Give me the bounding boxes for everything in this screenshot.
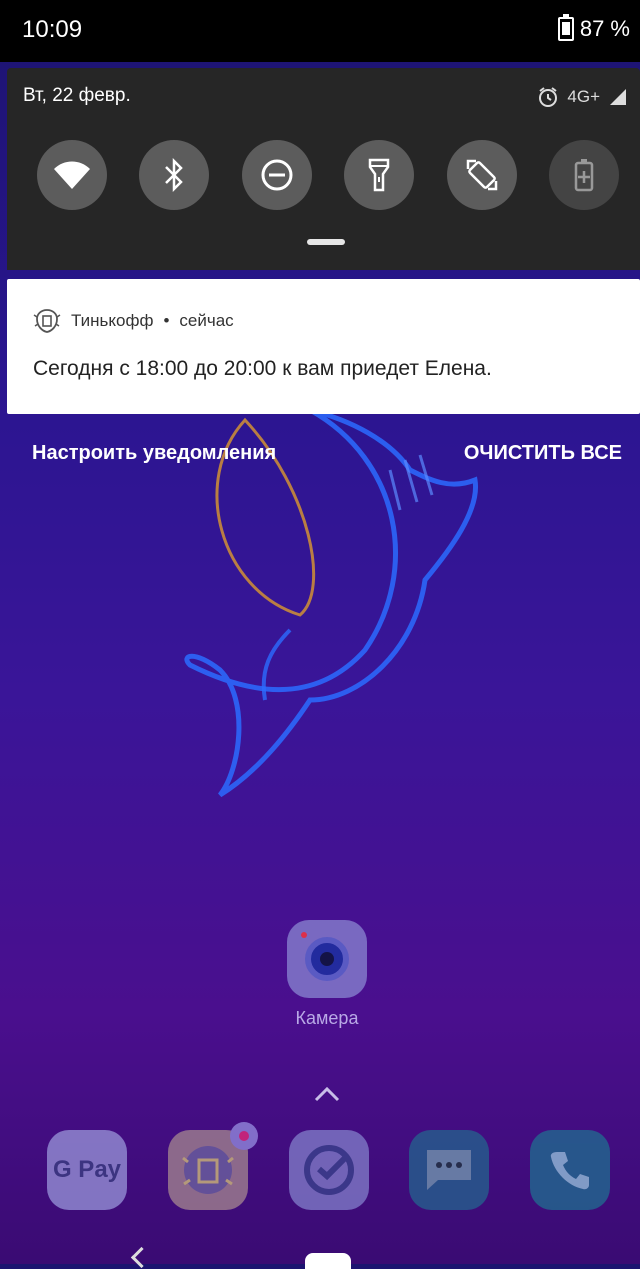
google-pay-label: G Pay xyxy=(52,1156,122,1183)
tile-auto-rotate[interactable] xyxy=(446,140,517,210)
phone-icon xyxy=(550,1152,589,1190)
qs-expand-handle[interactable] xyxy=(307,239,345,245)
messages-app[interactable] xyxy=(409,1130,490,1210)
camera-lens xyxy=(305,937,349,981)
phone-app[interactable] xyxy=(530,1130,610,1210)
notification-badge xyxy=(229,1122,258,1150)
notification-actions: Настроить уведомления ОЧИСТИТЬ ВСЕ xyxy=(0,440,640,470)
notification-separator: • xyxy=(163,311,170,330)
status-bar: 10:09 87 % xyxy=(0,0,640,62)
do-not-disturb-icon xyxy=(261,159,293,191)
status-time: 10:09 xyxy=(22,16,83,43)
auto-rotate-icon xyxy=(466,159,497,191)
notification-app-name: Тинькофф xyxy=(71,311,154,330)
tinkoff-app[interactable] xyxy=(167,1122,258,1210)
quick-settings-tiles xyxy=(37,140,619,210)
network-type: 4G+ xyxy=(567,87,600,106)
message-icon xyxy=(427,1150,472,1190)
google-pay-app[interactable]: G Pay xyxy=(47,1130,127,1210)
clear-all-button[interactable]: ОЧИСТИТЬ ВСЕ xyxy=(464,442,622,465)
camera-dot xyxy=(301,932,307,938)
tinkoff-app-icon xyxy=(181,1146,234,1194)
sberbank-icon xyxy=(303,1145,354,1195)
navigation-bar xyxy=(0,1240,640,1269)
signal-icon xyxy=(610,89,626,105)
flashlight-icon xyxy=(368,158,390,192)
battery-charging-icon xyxy=(557,14,574,41)
tinkoff-logo-icon xyxy=(33,309,61,333)
sberbank-app[interactable] xyxy=(288,1130,369,1210)
camera-app[interactable]: Камера xyxy=(287,920,367,1029)
notification-text: Сегодня с 18:00 до 20:00 к вам приедет Е… xyxy=(33,357,492,380)
home-button[interactable] xyxy=(305,1253,351,1269)
tile-flashlight[interactable] xyxy=(344,140,415,210)
wifi-icon xyxy=(54,161,90,189)
notification-settings-button[interactable]: Настроить уведомления xyxy=(32,442,276,465)
quick-settings-panel: Вт, 22 февр. 4G+ xyxy=(7,68,640,270)
notification-time: сейчас xyxy=(179,311,234,330)
notification-header: Тинькофф • сейчас xyxy=(33,307,234,335)
tile-bluetooth[interactable] xyxy=(139,140,210,210)
tile-do-not-disturb[interactable] xyxy=(241,140,312,210)
dock: G Pay xyxy=(47,1122,610,1210)
status-right: 87 % xyxy=(557,14,630,42)
bluetooth-icon xyxy=(165,158,184,192)
qs-date[interactable]: Вт, 22 февр. xyxy=(23,85,131,107)
tile-wifi[interactable] xyxy=(37,140,107,210)
battery-saver-icon xyxy=(574,159,594,192)
back-icon[interactable] xyxy=(130,1246,153,1269)
alarm-icon xyxy=(539,87,558,107)
qs-status-icons: 4G+ xyxy=(537,86,628,108)
notification-card[interactable]: Тинькофф • сейчас Сегодня с 18:00 до 20:… xyxy=(7,279,640,414)
chevron-up-icon[interactable] xyxy=(312,1084,342,1104)
camera-icon xyxy=(287,920,367,998)
battery-percent: 87 % xyxy=(579,16,630,41)
tile-battery-saver[interactable] xyxy=(548,140,619,210)
camera-label: Камера xyxy=(295,1008,359,1028)
